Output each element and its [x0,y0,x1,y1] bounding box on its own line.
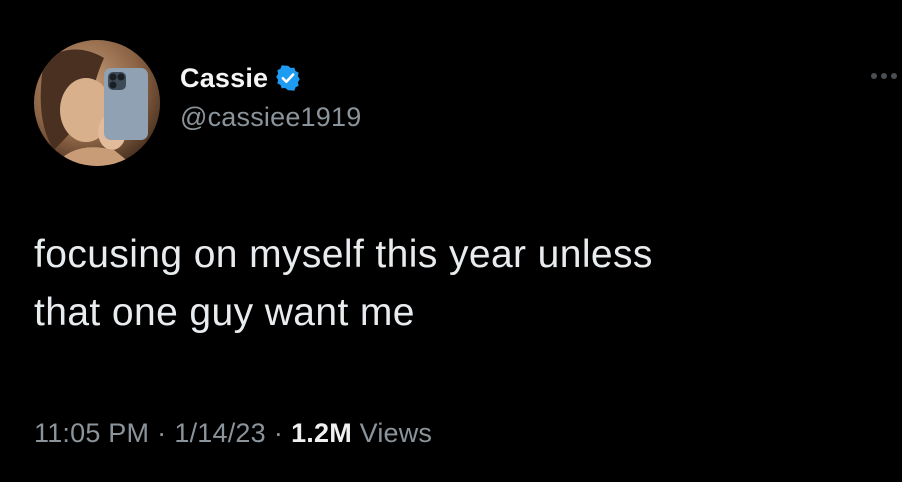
tweet-card: Cassie @cassiee1919 focusing on myself t… [0,0,902,482]
tweet-text-line: focusing on myself this year unless [34,233,653,276]
separator: · [157,418,167,448]
separator: · [273,418,284,448]
verified-badge-icon[interactable] [274,64,302,92]
tweet-text-line: that one guy want me [34,291,415,334]
name-row: Cassie [180,60,361,96]
avatar-image [34,40,160,166]
display-name[interactable]: Cassie [180,63,268,94]
view-count: 1.2M [291,418,352,448]
tweet-header: Cassie @cassiee1919 [180,60,361,133]
view-label: Views [359,418,433,448]
tweet-meta: 11:05 PM · 1/14/23 · 1.2M Views [34,418,432,449]
avatar[interactable] [34,40,160,166]
tweet-time[interactable]: 11:05 PM [34,418,149,448]
tweet-date[interactable]: 1/14/23 [174,418,265,448]
user-handle[interactable]: @cassiee1919 [180,102,361,133]
tweet-text: focusing on myself this year unless that… [34,226,874,342]
more-horizontal-icon[interactable] [868,64,902,88]
